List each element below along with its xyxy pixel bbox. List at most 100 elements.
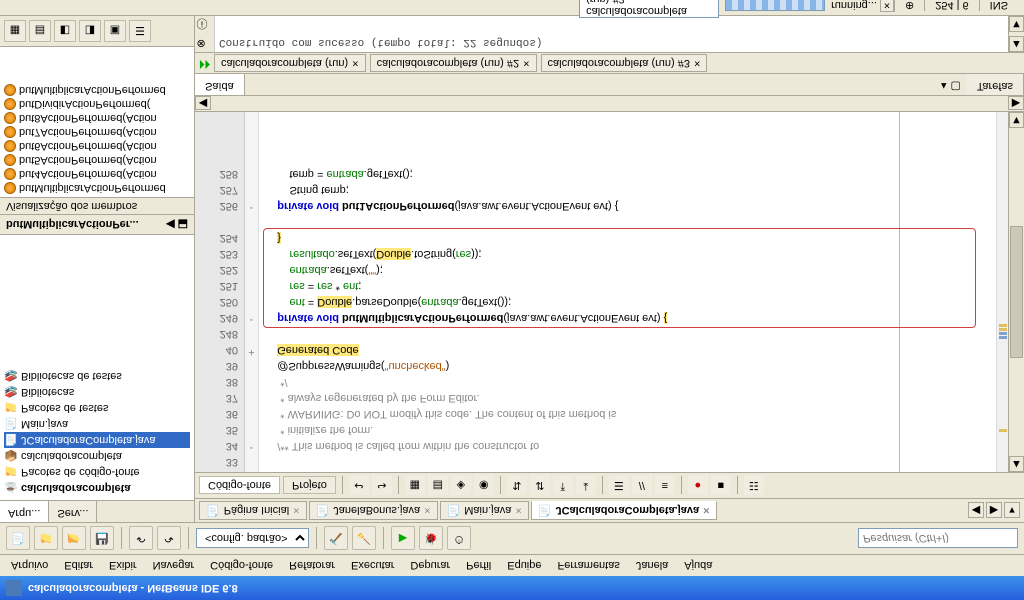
history-fwd-icon[interactable]: ↪ [372, 476, 392, 496]
save-all-button[interactable]: 💾 [90, 527, 114, 551]
menu-item[interactable]: Navegar [146, 558, 202, 574]
code-line[interactable]: * always regenerated by the Form Editor. [265, 390, 990, 406]
navigator-list[interactable]: butMultiplicarActionPerformedbut4ActionP… [0, 47, 194, 197]
close-tab-icon[interactable]: × [424, 505, 430, 517]
filter-icon[interactable]: ▤ [29, 20, 51, 42]
file-tab[interactable]: 📄JanelaBonus.java× [309, 501, 438, 520]
code-line[interactable]: Generated Code [265, 342, 990, 358]
file-tab[interactable]: 📄JCalculadoraCompleta.java× [531, 501, 717, 520]
left-tab[interactable]: Arqu... [0, 501, 49, 522]
fold-column[interactable]: -+-- [245, 112, 259, 472]
code-line[interactable]: * initialize the form. [265, 422, 990, 438]
output-scrollbar[interactable]: ▲▼ [1008, 16, 1024, 52]
file-tab[interactable]: 📄Página Inicial× [199, 501, 307, 520]
menu-item[interactable]: Refatorar [282, 558, 342, 574]
design-view-button[interactable]: Projeto [283, 477, 336, 495]
stop-icon[interactable]: ⊗ [197, 34, 213, 50]
open-button[interactable]: 📂 [62, 527, 86, 551]
code-line[interactable] [265, 454, 990, 470]
profile-button[interactable]: ⏱ [447, 527, 471, 551]
output-tab-tarefas[interactable]: Tarefas [967, 75, 1024, 96]
toolbar-icon[interactable]: ▦ [405, 476, 425, 496]
tree-node[interactable]: 📁Pacotes de testes [4, 400, 190, 416]
output-run-tab[interactable]: calculadoracompleta (run) × [214, 54, 366, 72]
menu-item[interactable]: Equipe [500, 558, 548, 574]
rerun-icon[interactable]: ⏵⏵ [199, 57, 210, 70]
code-line[interactable]: /** This method is called from within th… [265, 438, 990, 454]
close-run-icon[interactable]: × [523, 57, 529, 69]
navigator-item[interactable]: but8ActionPerformed(Action [2, 111, 192, 125]
filter-icon[interactable]: ▣ [104, 20, 126, 42]
scroll-left-button[interactable]: ◀ [195, 97, 211, 111]
menu-item[interactable]: Arquivo [4, 558, 55, 574]
output-run-tab[interactable]: calculadoracompleta (run) #3 × [541, 54, 708, 72]
code-line[interactable]: String temp; [265, 182, 990, 198]
navigator-item[interactable]: butMultiplicarActionPerformed [2, 181, 192, 195]
menu-item[interactable]: Ajuda [677, 558, 719, 574]
search-input[interactable] [858, 529, 1018, 549]
code-line[interactable]: private void butMultiplicarActionPerform… [265, 310, 990, 326]
stop-macro-icon[interactable]: ■ [711, 476, 731, 496]
tree-root[interactable]: ☕calculadoracompleta [4, 480, 190, 496]
menu-item[interactable]: Editar [57, 558, 100, 574]
tab-right-button[interactable]: ▶ [986, 503, 1002, 519]
close-tab-icon[interactable]: × [293, 505, 299, 517]
code-line[interactable]: temp = entrada.getText(); [265, 166, 990, 182]
file-tab[interactable]: 📄Main.java× [440, 501, 529, 520]
history-back-icon[interactable]: ↩ [349, 476, 369, 496]
filter-icon[interactable]: ☰ [129, 20, 151, 42]
navigator-item[interactable]: but6ActionPerformed(Action [2, 139, 192, 153]
left-tab[interactable]: Serv... [49, 501, 97, 522]
error-stripe[interactable] [996, 112, 1008, 472]
close-run-icon[interactable]: × [352, 57, 358, 69]
debug-button[interactable]: 🐞 [419, 527, 443, 551]
toolbar-icon[interactable]: ◈ [451, 476, 471, 496]
source-view-button[interactable]: Código-fonte [199, 477, 280, 495]
navigator-item[interactable]: but7ActionPerformed(Action [2, 125, 192, 139]
tree-node[interactable]: 📚Bibliotecas [4, 384, 190, 400]
toolbar-icon[interactable]: ⇵ [530, 476, 550, 496]
tab-dropdown-button[interactable]: ▾ [1004, 503, 1020, 519]
build-button[interactable]: 🔨 [324, 527, 348, 551]
menu-item[interactable]: Janela [629, 558, 675, 574]
toolbar-icon[interactable]: // [632, 476, 652, 496]
close-run-icon[interactable]: × [694, 57, 700, 69]
toolbar-icon[interactable]: ≡ [655, 476, 675, 496]
code-line[interactable]: } [265, 230, 990, 246]
cancel-task-button[interactable]: × [880, 0, 894, 13]
redo-button[interactable]: ↷ [157, 527, 181, 551]
tree-node[interactable]: 📚Bibliotecas de testes [4, 368, 190, 384]
new-project-button[interactable]: 📁 [34, 527, 58, 551]
code-line[interactable]: resultado.setText(Double.toString(res)); [265, 246, 990, 262]
record-macro-icon[interactable]: ● [688, 476, 708, 496]
undo-button[interactable]: ↶ [129, 527, 153, 551]
filter-icon[interactable]: ◨ [79, 20, 101, 42]
close-tab-icon[interactable]: × [515, 505, 521, 517]
scroll-down-button[interactable]: ▼ [1009, 112, 1024, 128]
toolbar-icon[interactable]: ▤ [428, 476, 448, 496]
navigator-item[interactable]: butMultiplicarActionPerformed [2, 83, 192, 97]
output-text[interactable]: Construído com sucesso (tempo total: 22 … [215, 16, 1008, 52]
toolbar-icon[interactable]: ⇅ [507, 476, 527, 496]
menu-item[interactable]: Perfil [459, 558, 498, 574]
output-tab-saida[interactable]: Saída [195, 75, 245, 96]
run-button[interactable]: ▶ [391, 527, 415, 551]
code-line[interactable] [265, 326, 990, 342]
tree-node[interactable]: 📄Main.java [4, 416, 190, 432]
close-tab-icon[interactable]: × [703, 505, 709, 517]
code-content[interactable]: /** This method is called from within th… [259, 112, 996, 472]
horizontal-scrollbar[interactable]: ◀ ▶ [195, 96, 1024, 112]
filter-icon[interactable]: ◧ [54, 20, 76, 42]
toolbar-icon[interactable]: ⤓ [576, 476, 596, 496]
code-line[interactable]: @SuppressWarnings("unchecked") [265, 358, 990, 374]
tree-node[interactable]: 📁Pacotes de código-fonte [4, 464, 190, 480]
code-line[interactable] [265, 214, 990, 230]
code-line[interactable]: entrada.setText(""); [265, 262, 990, 278]
code-line[interactable]: * WARNING: Do NOT modify this code. The … [265, 406, 990, 422]
tree-node[interactable]: 📦calculadoracompleta [4, 448, 190, 464]
clean-build-button[interactable]: 🧹 [352, 527, 376, 551]
navigator-item[interactable]: butDividirActionPerformed( [2, 97, 192, 111]
menu-item[interactable]: Exibir [102, 558, 144, 574]
code-line[interactable]: res = res * ent; [265, 278, 990, 294]
maximize-icon[interactable]: ▢ [951, 77, 961, 94]
